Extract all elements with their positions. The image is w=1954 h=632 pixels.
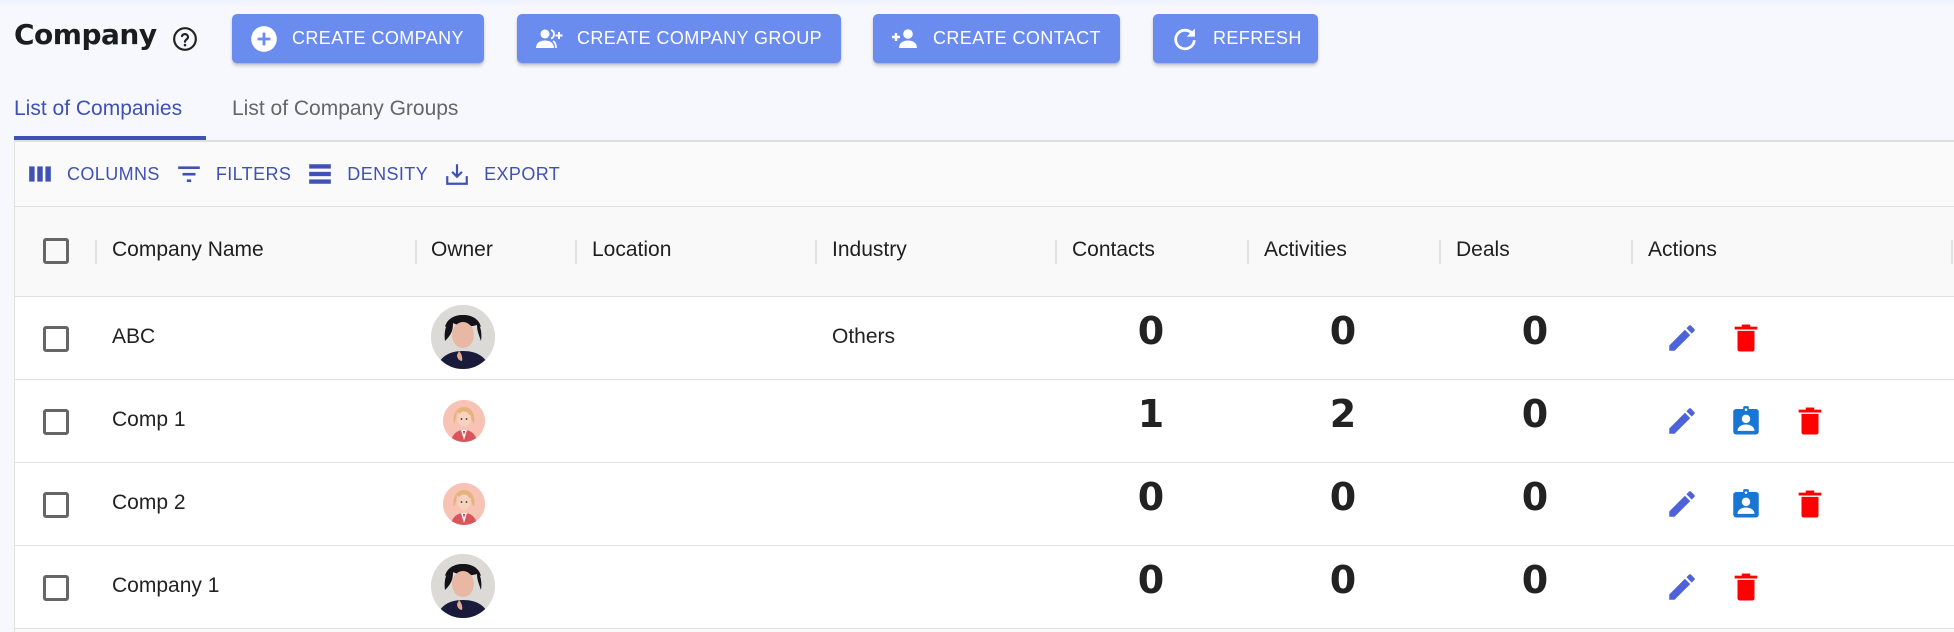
owner-avatar[interactable] — [443, 483, 485, 525]
company-name-cell[interactable]: Comp 2 — [112, 491, 186, 515]
grid-toolbar: COLUMNS FILTERS DENSITY EXPORT — [15, 142, 1954, 207]
table-row[interactable]: Comp 1 1 2 0 — [15, 380, 1954, 463]
columns-label: COLUMNS — [67, 163, 160, 184]
company-name-cell[interactable]: Comp 1 — [112, 408, 186, 432]
help-circle-icon[interactable] — [172, 26, 198, 52]
table-body: ABC Others 0 0 0 Comp 1 1 2 0 Comp 2 0 0 — [15, 297, 1954, 629]
column-header-company-name[interactable]: Company Name — [112, 238, 264, 262]
activities-count: 0 — [1329, 309, 1357, 353]
row-checkbox[interactable] — [43, 492, 69, 518]
column-separator[interactable] — [1951, 240, 1953, 264]
activities-count: 2 — [1329, 392, 1357, 436]
person-add-icon — [892, 28, 917, 48]
refresh-icon — [1174, 28, 1196, 50]
export-button[interactable]: EXPORT — [444, 161, 560, 187]
column-header-actions[interactable]: Actions — [1648, 238, 1717, 262]
column-separator[interactable] — [815, 240, 817, 264]
company-name-cell[interactable]: ABC — [112, 325, 155, 349]
create-company-group-button[interactable]: CREATE COMPANY GROUP — [517, 14, 841, 63]
tab-list-of-company-groups[interactable]: List of Company Groups — [232, 97, 458, 121]
filter-icon — [177, 166, 200, 183]
column-separator[interactable] — [1247, 240, 1249, 264]
density-button[interactable]: DENSITY — [307, 161, 428, 187]
activities-count: 0 — [1329, 558, 1357, 602]
export-label: EXPORT — [484, 163, 561, 184]
table-row[interactable]: ABC Others 0 0 0 — [15, 297, 1954, 380]
owner-avatar[interactable] — [431, 305, 495, 369]
edit-icon[interactable] — [1665, 487, 1699, 521]
column-separator[interactable] — [1631, 240, 1633, 264]
column-header-deals[interactable]: Deals — [1456, 238, 1510, 262]
table-row[interactable]: Comp 2 0 0 0 — [15, 463, 1954, 546]
deals-count: 0 — [1521, 309, 1549, 353]
select-all-checkbox[interactable] — [43, 238, 69, 264]
refresh-label: REFRESH — [1213, 28, 1302, 48]
filters-label: FILTERS — [215, 163, 292, 184]
table-row[interactable]: Company 1 0 0 0 — [15, 546, 1954, 629]
row-checkbox[interactable] — [43, 326, 69, 352]
create-contact-label: CREATE CONTACT — [933, 28, 1101, 48]
column-separator[interactable] — [95, 240, 97, 264]
contacts-count: 0 — [1137, 309, 1165, 353]
owner-avatar[interactable] — [431, 554, 495, 618]
column-header-owner[interactable]: Owner — [431, 238, 493, 262]
edit-icon[interactable] — [1665, 321, 1699, 355]
edit-icon[interactable] — [1665, 570, 1699, 604]
delete-icon[interactable] — [1793, 487, 1827, 521]
refresh-button[interactable]: REFRESH — [1153, 14, 1318, 63]
deals-count: 0 — [1521, 475, 1549, 519]
create-company-group-label: CREATE COMPANY GROUP — [577, 28, 823, 48]
column-separator[interactable] — [415, 240, 417, 264]
deals-count: 0 — [1521, 558, 1549, 602]
contacts-count: 1 — [1137, 392, 1165, 436]
activities-count: 0 — [1329, 475, 1357, 519]
columns-icon — [29, 166, 51, 182]
company-name-cell[interactable]: Company 1 — [112, 574, 219, 598]
density-icon — [309, 164, 332, 184]
column-header-activities[interactable]: Activities — [1264, 238, 1347, 262]
create-contact-button[interactable]: CREATE CONTACT — [873, 14, 1120, 63]
companies-data-grid: COLUMNS FILTERS DENSITY EXPORT Company N… — [14, 140, 1954, 632]
row-checkbox[interactable] — [43, 409, 69, 435]
top-shade — [0, 0, 1954, 6]
column-header-industry[interactable]: Industry — [832, 238, 907, 262]
export-icon — [446, 164, 468, 185]
industry-cell: Others — [832, 325, 896, 348]
row-checkbox[interactable] — [43, 575, 69, 601]
deals-count: 0 — [1521, 392, 1549, 436]
contacts-count: 0 — [1137, 475, 1165, 519]
column-separator[interactable] — [1055, 240, 1057, 264]
column-header-location[interactable]: Location — [592, 238, 671, 262]
contact-card-icon[interactable] — [1729, 404, 1763, 438]
delete-icon[interactable] — [1729, 570, 1763, 604]
owner-avatar[interactable] — [443, 400, 485, 442]
delete-icon[interactable] — [1793, 404, 1827, 438]
create-company-label: CREATE COMPANY — [292, 28, 464, 48]
column-header-contacts[interactable]: Contacts — [1072, 238, 1155, 262]
columns-button[interactable]: COLUMNS — [27, 161, 160, 187]
contact-card-icon[interactable] — [1729, 487, 1763, 521]
column-separator[interactable] — [1439, 240, 1441, 264]
edit-icon[interactable] — [1665, 404, 1699, 438]
table-header-row: Company Name Owner Location Industry Con… — [15, 207, 1954, 297]
filters-button[interactable]: FILTERS — [176, 161, 291, 187]
add-circle-icon — [251, 25, 277, 52]
page-title: Company — [14, 18, 157, 51]
delete-icon[interactable] — [1729, 321, 1763, 355]
tab-list-of-companies[interactable]: List of Companies — [14, 97, 182, 121]
group-add-icon — [536, 28, 563, 48]
density-label: DENSITY — [347, 163, 429, 184]
contacts-count: 0 — [1137, 558, 1165, 602]
column-separator[interactable] — [575, 240, 577, 264]
create-company-button[interactable]: CREATE COMPANY — [232, 14, 484, 63]
